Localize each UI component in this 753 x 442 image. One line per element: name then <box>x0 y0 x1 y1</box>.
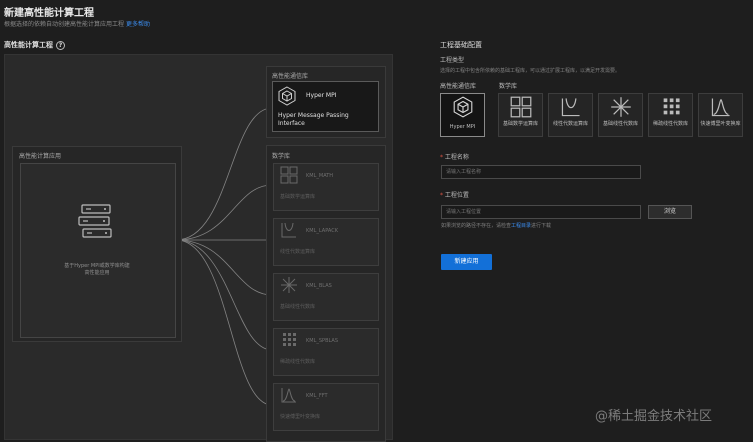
lib-desc: 快速傅里叶变换库 <box>280 414 321 420</box>
tile-label: Hyper MPI <box>449 124 476 130</box>
tile-label: 线性代数运算库 <box>552 121 588 127</box>
hyper-mpi-icon <box>277 86 297 106</box>
hyper-mpi-full-name: Hyper Message Passing Interface <box>278 112 349 127</box>
grid-icon <box>280 166 298 184</box>
grid-icon <box>510 96 532 118</box>
math-lib-group-label: 数学库 <box>272 153 291 160</box>
lib-name: KML_MATH <box>306 173 334 179</box>
spblas-icon <box>280 331 298 349</box>
app-card[interactable] <box>20 163 176 338</box>
project-name-input[interactable] <box>441 165 641 179</box>
project-location-label-text: 工程位置 <box>444 192 469 199</box>
lib-desc: 稀疏线性代数库 <box>280 359 316 365</box>
project-location-label: * 工程位置 <box>440 192 469 199</box>
lapack-icon <box>280 221 298 239</box>
app-description: 基于Hyper MPI或数学库构建高性能应用 <box>64 263 130 276</box>
project-dir-link[interactable]: 工程目录 <box>511 223 531 229</box>
tile-label: 稀疏线性代数库 <box>652 121 688 127</box>
lapack-icon <box>560 96 582 118</box>
tile-label: 基础数学运算库 <box>502 121 538 127</box>
project-type-desc: 选择的工程中包含所依赖的基础工程库，可以通过扩展工程库，以满足开发需要。 <box>440 68 621 74</box>
fft-icon <box>280 386 298 404</box>
comm-lib-group-label: 高性能通信库 <box>272 73 309 80</box>
hyper-mpi-icon <box>452 96 474 118</box>
location-hint-tail: 进行下载 <box>531 223 552 229</box>
lib-name: KML_SPBLAS <box>306 338 338 344</box>
config-panel-title: 工程基础配置 <box>440 41 482 49</box>
tile-label: 基础线性代数库 <box>602 121 638 127</box>
lib-name: KML_FFT <box>306 393 328 399</box>
lib-name: KML_BLAS <box>306 283 332 289</box>
comm-lib-label: 高性能通信库 <box>440 83 477 90</box>
fft-icon <box>710 96 732 118</box>
spblas-icon <box>660 96 682 118</box>
math-lib-label: 数学库 <box>499 83 518 90</box>
lib-desc: 基础线性代数库 <box>280 304 316 310</box>
project-location-input[interactable] <box>441 205 641 219</box>
lib-desc: 线性代数运算库 <box>280 249 316 255</box>
location-hint-text: 如果浏览的路径不存在，请检查 <box>441 223 512 229</box>
project-name-label-text: 工程名称 <box>444 154 469 161</box>
project-name-label: * 工程名称 <box>440 154 469 161</box>
server-stack-icon <box>77 202 115 246</box>
hyper-mpi-name: Hyper MPI <box>306 92 337 99</box>
browse-button[interactable]: 浏览 <box>648 205 692 219</box>
lib-desc: 基础数学运算库 <box>280 194 316 200</box>
project-type-label: 工程类型 <box>440 57 465 64</box>
location-hint: 如果浏览的路径不存在，请检查工程目录进行下载 <box>441 222 551 229</box>
watermark: @稀土掘金技术社区 <box>595 409 713 424</box>
blas-icon <box>610 96 632 118</box>
lib-name: KML_LAPACK <box>306 228 338 234</box>
tile-label: 快速傅里叶变换库 <box>700 121 741 127</box>
app-group-label: 高性能计算应用 <box>19 153 62 160</box>
blas-icon <box>280 276 298 294</box>
create-app-button[interactable]: 新建应用 <box>441 254 492 270</box>
